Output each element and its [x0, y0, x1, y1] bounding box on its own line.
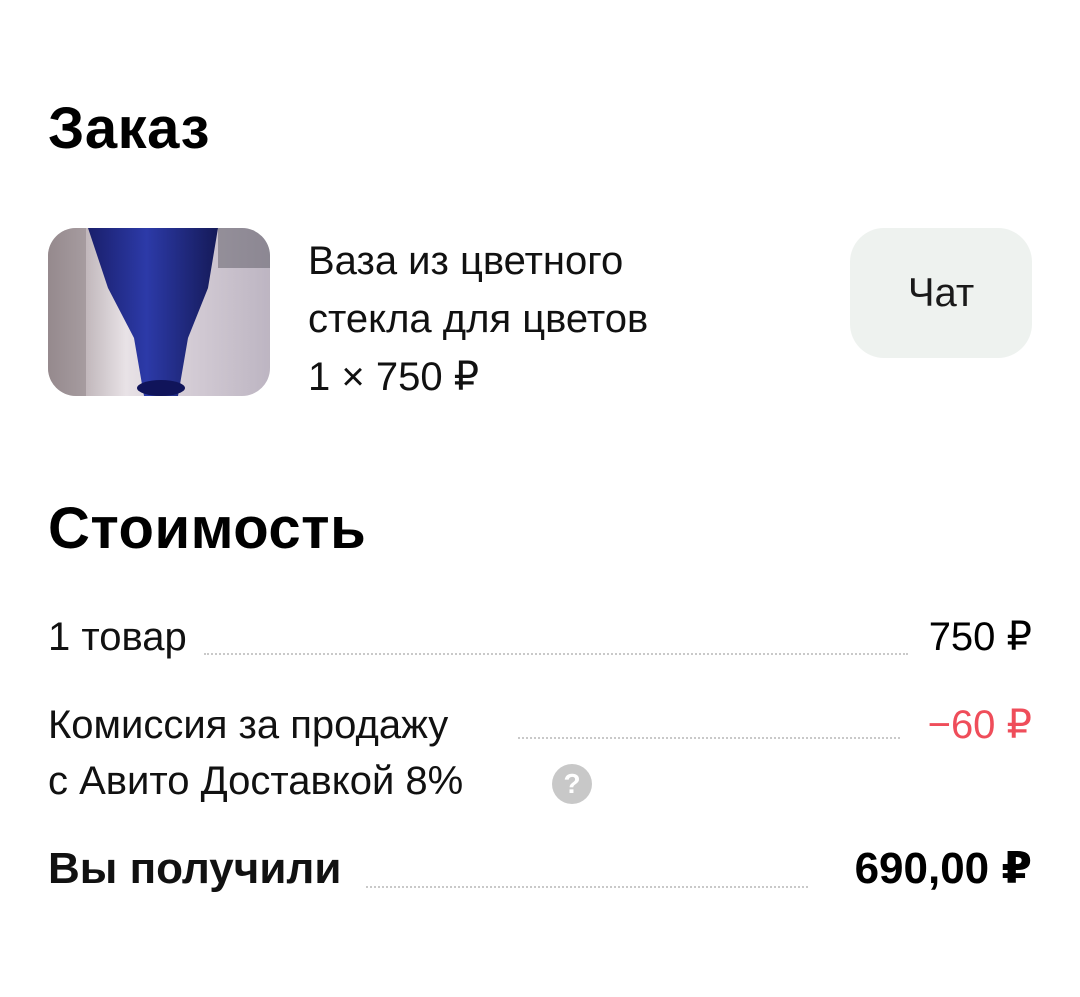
order-section-title: Заказ [48, 96, 210, 161]
cost-row-goods: 1 товар 750 ₽ [48, 608, 1032, 668]
item-info[interactable]: Ваза из цветного стекла для цветов 1 × 7… [308, 232, 788, 406]
dotted-leader [518, 737, 900, 739]
chat-button[interactable]: Чат [850, 228, 1032, 358]
vase-photo-icon [48, 228, 270, 396]
item-thumbnail[interactable] [48, 228, 270, 396]
item-name-line1: Ваза из цветного [308, 239, 624, 283]
goods-value: 750 ₽ [922, 608, 1032, 666]
item-name-line2: стекла для цветов [308, 297, 649, 341]
goods-label: 1 товар [48, 608, 191, 666]
order-details-page: Заказ Ваза из цветного стекла для цветов [0, 0, 1080, 997]
fee-label-line2: с Авито Доставкой 8% [48, 759, 464, 803]
fee-value: −60 ₽ [921, 696, 1032, 754]
dotted-leader [204, 653, 908, 655]
cost-row-total: Вы получили 690,00 ₽ [48, 840, 1032, 902]
fee-label-line1: Комиссия за продажу [48, 696, 453, 754]
item-qty-price: 1 × 750 ₽ [308, 355, 480, 399]
cost-section-title: Стоимость [48, 496, 367, 561]
order-item-row: Ваза из цветного стекла для цветов 1 × 7… [48, 228, 1032, 399]
dotted-leader [366, 886, 808, 888]
total-value: 690,00 ₽ [848, 840, 1032, 898]
total-label: Вы получили [48, 840, 346, 898]
help-icon[interactable]: ? [552, 764, 592, 804]
cost-row-fee: Комиссия за продажу −60 ₽ с Авито Достав… [48, 696, 1032, 816]
